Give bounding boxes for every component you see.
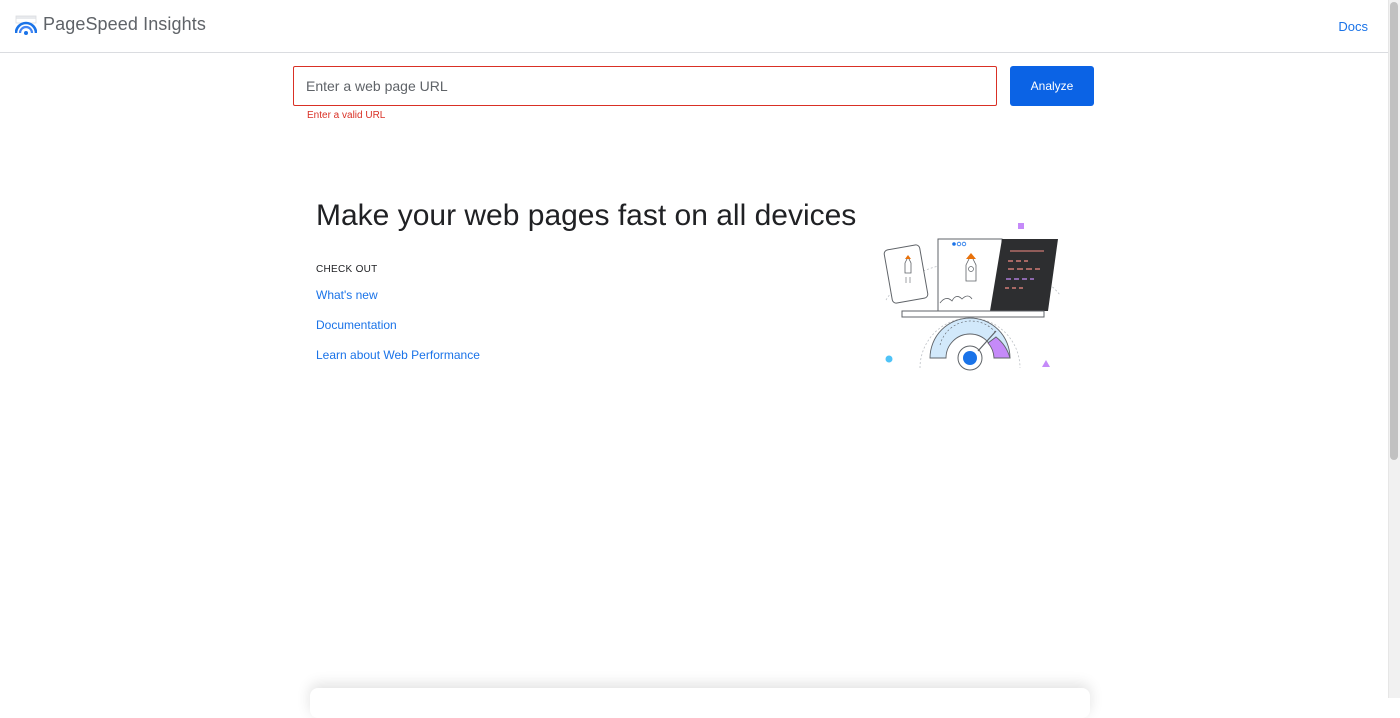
phone-icon — [883, 244, 929, 304]
analyze-button[interactable]: Analyze — [1010, 66, 1094, 106]
triangle-decoration-icon — [1042, 360, 1050, 367]
docs-link[interactable]: Docs — [1338, 19, 1368, 34]
pagespeed-logo-icon[interactable] — [15, 15, 37, 37]
url-input[interactable] — [293, 66, 997, 106]
dot-decoration-icon — [885, 355, 893, 363]
results-panel-edge — [310, 688, 1090, 718]
page-headline: Make your web pages fast on all devices — [316, 199, 857, 232]
square-decoration-icon — [1018, 223, 1024, 229]
scrollbar[interactable] — [1388, 0, 1400, 698]
web-performance-link[interactable]: Learn about Web Performance — [316, 348, 480, 362]
speed-gauge-icon — [919, 317, 1021, 371]
url-error-message: Enter a valid URL — [307, 110, 386, 121]
documentation-link[interactable]: Documentation — [316, 318, 397, 332]
app-title[interactable]: PageSpeed Insights — [43, 14, 206, 35]
top-bar: PageSpeed Insights Docs — [0, 0, 1388, 53]
whats-new-link[interactable]: What's new — [316, 288, 378, 302]
check-out-label: CHECK OUT — [316, 264, 378, 275]
scrollbar-thumb[interactable] — [1390, 2, 1398, 460]
code-editor-icon — [990, 239, 1058, 311]
speed-illustration — [883, 223, 1061, 371]
